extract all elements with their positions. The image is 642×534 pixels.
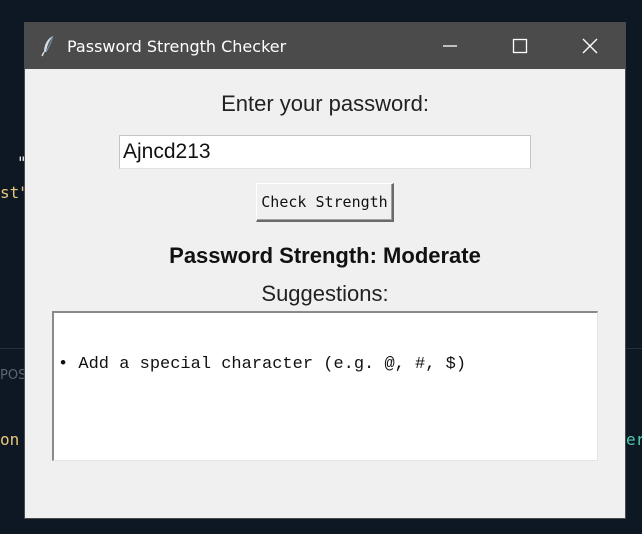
minimize-icon bbox=[443, 45, 457, 47]
password-prompt-label: Enter your password: bbox=[221, 91, 429, 116]
close-icon bbox=[582, 38, 598, 54]
feather-icon bbox=[39, 35, 59, 57]
title-bar[interactable]: Password Strength Checker bbox=[25, 23, 625, 69]
strength-result: Password Strength: Moderate bbox=[169, 243, 481, 268]
suggestions-label: Suggestions: bbox=[261, 281, 389, 306]
suggestions-textbox[interactable]: • Add a special character (e.g. @, #, $) bbox=[52, 311, 598, 461]
bg-code-fragment-left: on bbox=[0, 430, 20, 449]
window-title: Password Strength Checker bbox=[67, 37, 287, 56]
check-strength-button[interactable]: Check Strength bbox=[256, 183, 394, 222]
bg-code-fragment-right: er bbox=[626, 430, 642, 449]
maximize-icon bbox=[512, 38, 528, 54]
password-input[interactable] bbox=[119, 135, 531, 169]
window-content: Enter your password: Check Strength Pass… bbox=[25, 69, 625, 518]
maximize-button[interactable] bbox=[485, 23, 555, 69]
suggestion-item: • Add a special character (e.g. @, #, $) bbox=[58, 355, 467, 374]
minimize-button[interactable] bbox=[415, 23, 485, 69]
bg-panel-label: POS bbox=[0, 368, 27, 383]
close-button[interactable] bbox=[555, 23, 625, 69]
app-window: Password Strength Checker Enter your pas… bbox=[24, 22, 626, 519]
